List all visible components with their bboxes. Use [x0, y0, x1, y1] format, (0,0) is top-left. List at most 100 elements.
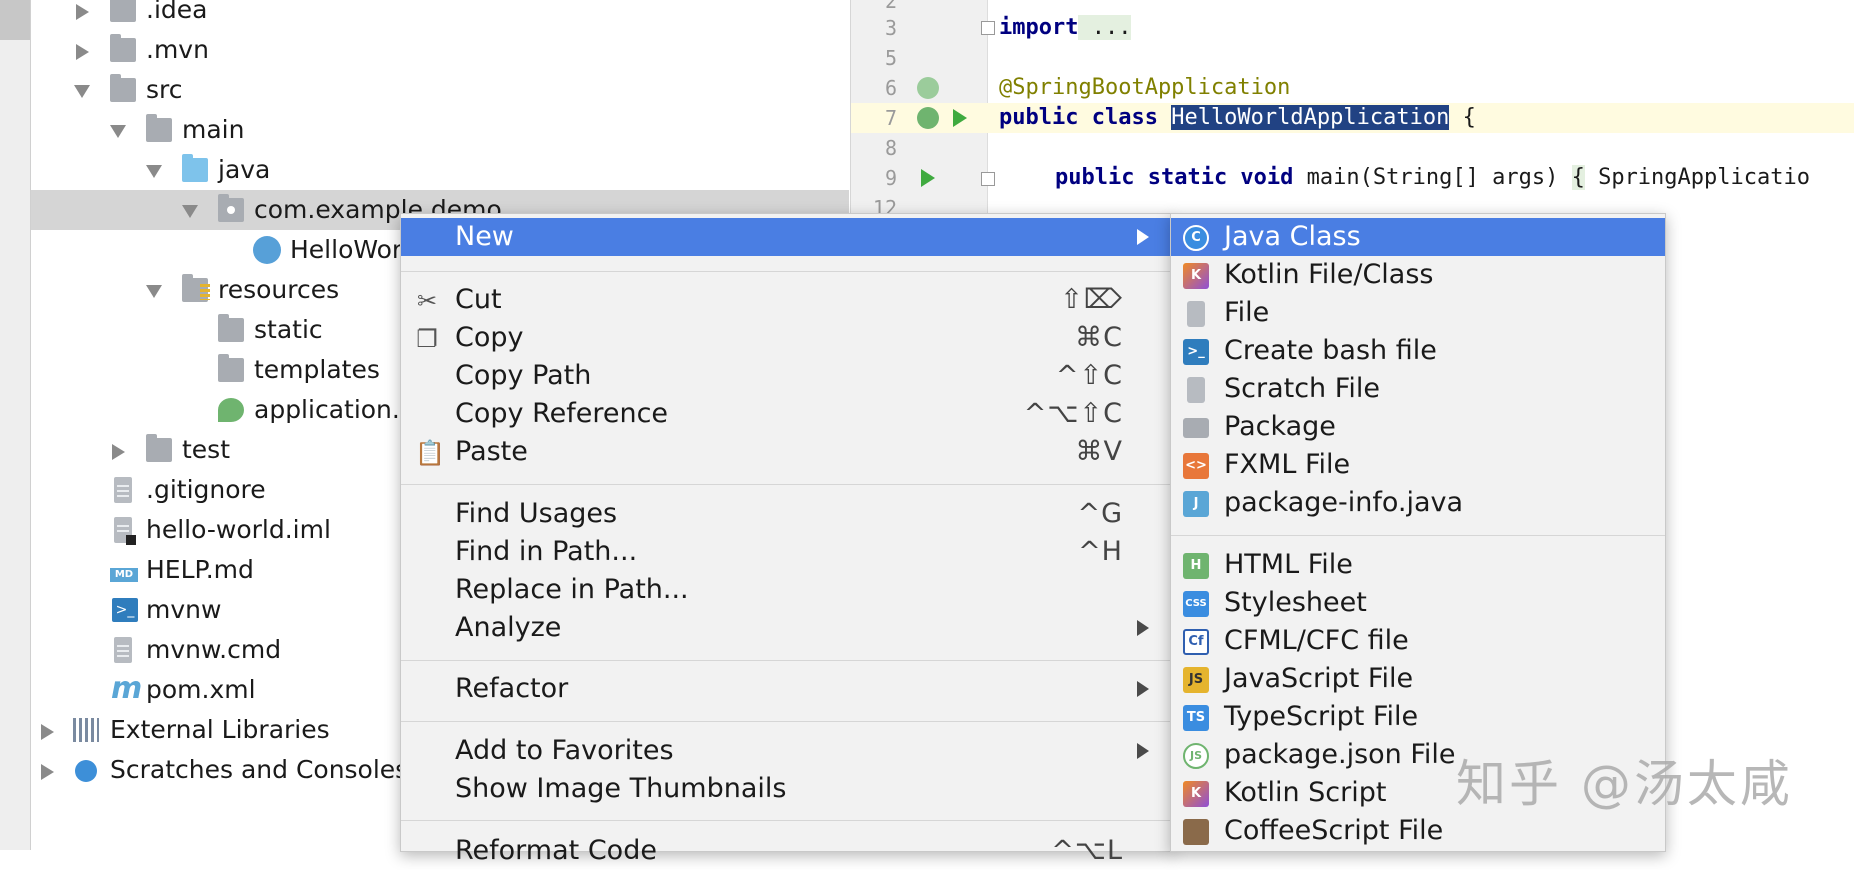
spring-config-icon [218, 398, 244, 422]
tree-item-main[interactable]: main [31, 110, 849, 150]
folder-icon [110, 34, 136, 62]
menu-item-copy-reference[interactable]: Copy Reference ^⌥⇧C [401, 395, 1173, 433]
java-class-icon: C [1183, 225, 1209, 251]
copy-icon: ❐ [416, 325, 438, 353]
file-icon [1187, 301, 1205, 327]
scissors-icon: ✂ [416, 287, 438, 315]
kotlin-icon: K [1183, 263, 1209, 289]
new-item-stylesheet[interactable]: CSS Stylesheet [1171, 584, 1665, 622]
tree-item-src[interactable]: src [31, 70, 849, 110]
watermark: 知乎 @汤太咸 [1456, 755, 1793, 813]
folder-icon [110, 0, 136, 22]
spring-bean-icon[interactable] [917, 77, 939, 99]
file-icon [114, 637, 132, 663]
menu-item-add-to-favorites[interactable]: Add to Favorites [401, 732, 1173, 770]
library-icon [73, 718, 99, 742]
new-item-typescript-file[interactable]: TS TypeScript File [1171, 698, 1665, 736]
new-item-file[interactable]: File [1171, 294, 1665, 332]
code-line: 5 [884, 46, 897, 70]
typescript-icon: TS [1183, 705, 1209, 731]
new-item-javascript-file[interactable]: JS JavaScript File [1171, 660, 1665, 698]
package-icon [218, 194, 244, 222]
maven-icon: m [111, 671, 143, 706]
code-line: 3 import ... [884, 15, 1132, 40]
menu-item-replace-in-path[interactable]: Replace in Path... [401, 571, 1173, 609]
menu-item-paste[interactable]: 📋 Paste ⌘V [401, 433, 1173, 471]
menu-item-analyze[interactable]: Analyze [401, 609, 1173, 647]
code-line: 6 @SpringBootApplication [884, 75, 1291, 100]
code-line: 8 [884, 136, 897, 160]
tree-item-mvn[interactable]: .mvn [31, 30, 849, 70]
new-item-bash-file[interactable]: >_ Create bash file [1171, 332, 1665, 370]
new-item-kotlin-file[interactable]: K Kotlin File/Class [1171, 256, 1665, 294]
new-item-java-class[interactable]: C Java Class [1171, 218, 1665, 256]
menu-item-reformat-code[interactable]: Reformat Code ^⌥L [401, 832, 1173, 870]
nodejs-icon: JS [1183, 743, 1209, 769]
terminal-icon: >_ [1183, 339, 1209, 365]
folder-icon [218, 354, 244, 382]
scratches-icon [75, 760, 97, 782]
chevron-right-icon[interactable] [76, 4, 89, 20]
chevron-down-icon[interactable] [74, 85, 90, 98]
scratch-file-icon [1187, 377, 1205, 403]
terminal-icon: >_ [112, 598, 138, 622]
chevron-down-icon[interactable] [110, 125, 126, 138]
code-line-current: 7 public class HelloWorldApplication { [851, 103, 1854, 133]
chevron-down-icon[interactable] [182, 205, 198, 218]
submenu-arrow-icon [1137, 743, 1149, 759]
chevron-right-icon[interactable] [76, 44, 89, 60]
tree-item-idea[interactable]: .idea [31, 0, 849, 30]
chevron-right-icon[interactable] [41, 724, 54, 740]
new-item-package[interactable]: Package [1171, 408, 1665, 446]
spring-app-icon[interactable] [917, 107, 939, 129]
fold-icon[interactable] [981, 172, 995, 186]
java-file-icon: J [1183, 491, 1209, 517]
clipboard-icon: 📋 [415, 439, 445, 467]
run-main-icon[interactable] [921, 169, 935, 187]
cfml-icon: Cf [1183, 629, 1209, 655]
run-icon[interactable] [953, 109, 967, 127]
new-item-html-file[interactable]: H HTML File [1171, 546, 1665, 584]
tree-item-java[interactable]: java [31, 150, 849, 190]
javascript-icon: JS [1183, 667, 1209, 693]
project-tool-button[interactable] [0, 0, 30, 40]
menu-item-find-usages[interactable]: Find Usages ^G [401, 495, 1173, 533]
folder-icon [146, 434, 172, 462]
html-icon: H [1183, 553, 1209, 579]
new-item-cfml-file[interactable]: Cf CFML/CFC file [1171, 622, 1665, 660]
markdown-icon: MD [110, 568, 138, 582]
fxml-icon: <> [1183, 453, 1209, 479]
menu-item-show-image-thumbnails[interactable]: Show Image Thumbnails [401, 770, 1173, 808]
new-item-coffeescript-file[interactable]: CoffeeScript File [1171, 812, 1665, 850]
code-line: 9 public static void main(String[] args)… [884, 165, 1810, 190]
new-item-scratch-file[interactable]: Scratch File [1171, 370, 1665, 408]
menu-item-copy[interactable]: ❐ Copy ⌘C [401, 319, 1173, 357]
chevron-right-icon[interactable] [41, 764, 54, 780]
module-file-icon [114, 517, 136, 545]
resources-folder-icon [182, 274, 210, 302]
chevron-down-icon[interactable] [146, 165, 162, 178]
menu-item-cut[interactable]: ✂ Cut ⇧⌦ [401, 281, 1173, 319]
new-item-package-info[interactable]: J package-info.java [1171, 484, 1665, 522]
submenu-arrow-icon [1137, 229, 1149, 245]
css-icon: CSS [1183, 591, 1209, 617]
folder-icon [110, 74, 136, 102]
chevron-down-icon[interactable] [146, 285, 162, 298]
tool-window-strip [0, 0, 31, 850]
menu-item-refactor[interactable]: Refactor [401, 670, 1173, 708]
menu-item-find-in-path[interactable]: Find in Path... ^H [401, 533, 1173, 571]
fold-icon[interactable] [981, 21, 995, 35]
kotlin-script-icon: K [1183, 781, 1209, 807]
coffee-icon [1183, 819, 1209, 845]
package-icon [1183, 418, 1209, 438]
new-item-fxml-file[interactable]: <> FXML File [1171, 446, 1665, 484]
submenu-arrow-icon [1137, 620, 1149, 636]
folder-icon [218, 314, 244, 342]
file-icon [114, 477, 132, 503]
chevron-right-icon[interactable] [112, 444, 125, 460]
menu-item-new[interactable]: New [401, 218, 1173, 256]
folder-icon [146, 114, 172, 142]
menu-item-copy-path[interactable]: Copy Path ^⇧C [401, 357, 1173, 395]
spring-class-icon [253, 236, 281, 264]
context-menu: New ✂ Cut ⇧⌦ ❐ Copy ⌘C Copy Path ^⇧C Cop… [400, 213, 1174, 866]
